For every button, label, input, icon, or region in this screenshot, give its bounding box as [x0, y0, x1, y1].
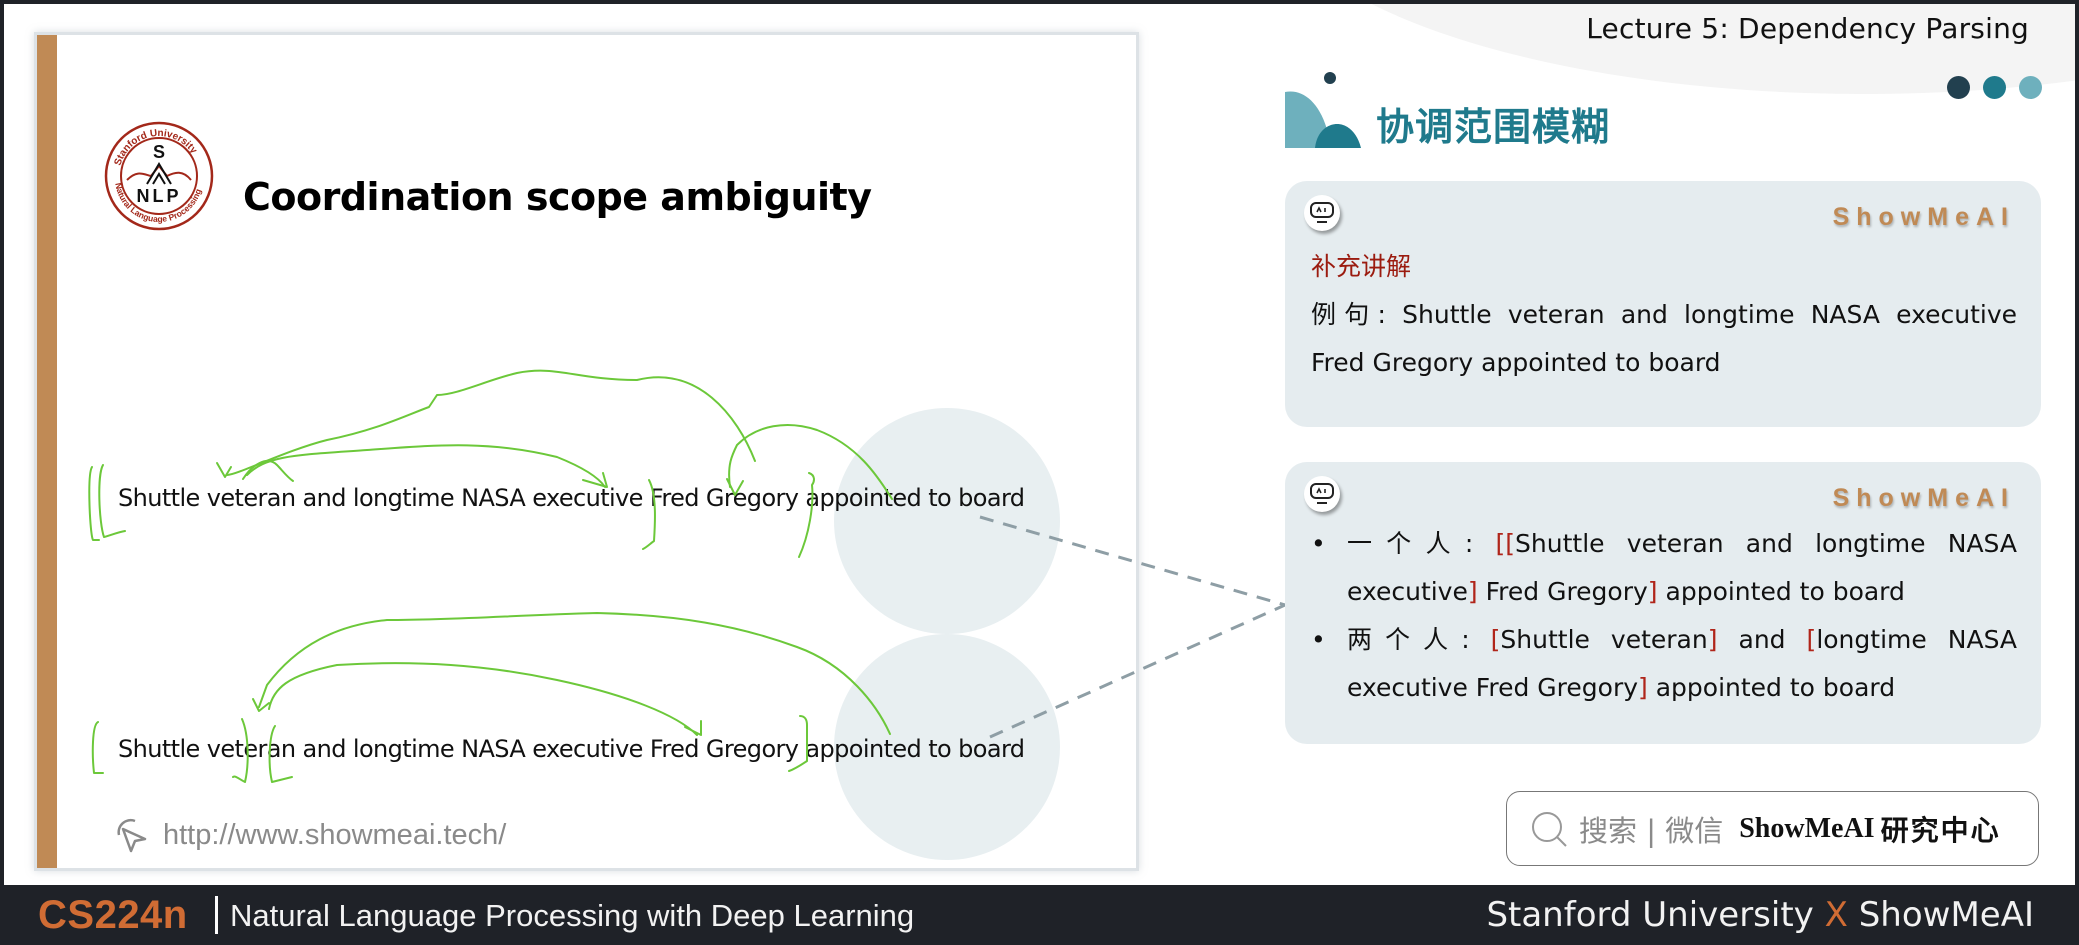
interpretation-card: ShowMeAI • 一个人: [[Shuttle veteran and lo… [1285, 462, 2041, 744]
arc2-arrowhead-gregory [684, 720, 702, 736]
footer-credits: Stanford University X ShowMeAI [1486, 895, 2034, 935]
credit-showmeai: ShowMeAI [1858, 895, 2034, 935]
text-segment: executive Fred Gregory [1347, 673, 1639, 702]
scope-bracket: [ [1806, 625, 1817, 654]
scope-bracket: ] [1467, 577, 1478, 606]
scope-bracket: ] [1638, 673, 1648, 702]
item-prefix: 两个人: [1347, 625, 1491, 654]
course-name: Natural Language Processing with Deep Le… [230, 898, 915, 933]
text-segment: longtime NASA [1816, 625, 2017, 654]
brand-watermark: ShowMeAI [1832, 484, 2015, 512]
search-brand: ShowMeAI [1739, 812, 1875, 844]
arc-executive-to-veteran [246, 444, 606, 488]
course-code: CS224n [38, 893, 188, 937]
arc-long-to-shuttle [226, 369, 756, 476]
search-hint: 搜索 | 微信 [1579, 813, 1724, 848]
text-segment: appointed to board [1647, 673, 1896, 702]
robot-icon [1304, 476, 1340, 512]
lecture-slide: Stanford University Natural Language Pro… [37, 35, 1136, 868]
explanation-card: ShowMeAI 补充讲解 例句: Shuttle veteran and lo… [1285, 181, 2041, 427]
text-segment: appointed to board [1657, 577, 1905, 606]
example-sentence-one-person: Shuttle veteran and longtime NASA execut… [118, 484, 1025, 512]
search-icon [1532, 811, 1567, 847]
highlight-circle-top [834, 408, 1060, 634]
arc-arrowhead-shuttle [216, 462, 232, 478]
website-url[interactable]: http://www.showmeai.tech/ [163, 819, 506, 852]
credit-x: X [1824, 895, 1848, 935]
arc2-appointed-to-veteran [258, 612, 891, 735]
item-row1: 两个人: [Shuttle veteran] and [longtime NAS… [1347, 616, 2017, 664]
interpretation-list: • 一个人: [[Shuttle veteran and longtime NA… [1305, 520, 2017, 712]
brand-watermark: ShowMeAI [1832, 203, 2015, 231]
stanford-nlp-logo: Stanford University Natural Language Pro… [103, 118, 215, 234]
lecture-title: Lecture 5: Dependency Parsing [1586, 12, 2029, 45]
wechat-search-box[interactable]: 搜索 | 微信 ShowMeAI 研究中心 [1506, 791, 2039, 866]
arc-veteran-small [242, 460, 294, 482]
footer-bar: CS224n Natural Language Processing with … [0, 885, 2079, 945]
text-segment: Fred Gregory [1477, 577, 1648, 606]
dot-light [2019, 76, 2042, 99]
text-segment: and [1717, 625, 1807, 654]
list-item-one-person: • 一个人: [[Shuttle veteran and longtime NA… [1305, 520, 2017, 616]
example-sentence-two-people: Shuttle veteran and longtime NASA execut… [118, 735, 1025, 763]
item-prefix: 一个人: [1347, 529, 1496, 558]
item-row2: executive Fred Gregory] appointed to boa… [1347, 664, 2017, 712]
search-brand-cn: 研究中心 [1880, 814, 2001, 846]
example-text-line1: 例句: Shuttle veteran and longtime NASA ex… [1311, 300, 2017, 329]
robot-icon [1304, 195, 1340, 231]
bullet-icon: • [1311, 529, 1326, 558]
logo-letter-s: S [153, 142, 165, 162]
dot-dark [1947, 76, 1970, 99]
section-title: 协调范围模糊 [1376, 105, 1611, 149]
slide-title: Coordination scope ambiguity [243, 175, 872, 219]
footer-divider [215, 896, 218, 934]
list-item-two-people: • 两个人: [Shuttle veteran] and [longtime N… [1305, 616, 2017, 712]
logo-letters-nlp: NLP [137, 186, 182, 206]
item-row1: 一个人: [[Shuttle veteran and longtime NASA [1347, 520, 2017, 568]
example-text: 例句: Shuttle veteran and longtime NASA ex… [1311, 291, 2017, 387]
bracket2-open-shuttle [91, 721, 104, 774]
bracket-open-outer [88, 466, 100, 541]
credit-stanford: Stanford University [1486, 895, 1814, 935]
arc2-arrowhead-veteran [252, 698, 270, 712]
scope-bracket: ] [1647, 577, 1658, 606]
supplement-label: 补充讲解 [1311, 252, 1412, 281]
dot-mid [1983, 76, 2006, 99]
scope-bracket: [[ [1495, 529, 1516, 558]
section-decor-icon [1285, 72, 1361, 148]
page-canvas: Stanford University Natural Language Pro… [4, 4, 2075, 885]
website-link[interactable]: http://www.showmeai.tech/ [111, 815, 506, 855]
bullet-icon: • [1311, 625, 1326, 654]
example-text-line2: Fred Gregory appointed to board [1311, 348, 1721, 377]
text-segment: Shuttle veteran [1500, 625, 1708, 654]
slide-accent-bar [37, 35, 57, 868]
scope-bracket: [ [1490, 625, 1501, 654]
text-segment: Shuttle veteran and longtime NASA [1515, 529, 2017, 558]
text-segment: executive [1347, 577, 1468, 606]
slide-dots [1947, 76, 2042, 99]
arc2-gregory-to-longtime [268, 662, 698, 736]
item-row2: executive] Fred Gregory] appointed to bo… [1347, 568, 2017, 616]
cursor-click-icon [117, 818, 147, 853]
